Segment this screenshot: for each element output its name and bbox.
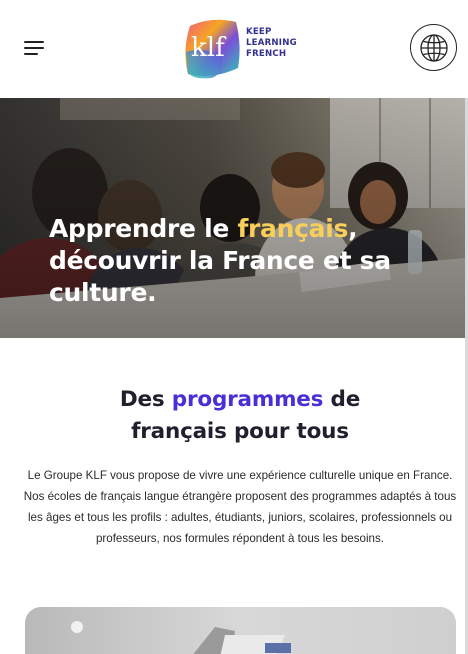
logo-wordmark: KEEP LEARNING FRENCH — [246, 27, 297, 60]
hero-title-text: Apprendre le — [49, 214, 238, 243]
globe-icon — [419, 33, 448, 62]
programs-description: Le Groupe KLF vous propose de vivre une … — [23, 469, 457, 545]
hero-banner: Apprendre le français, découvrir la Fran… — [0, 98, 465, 338]
hero-title-line2: découvrir la France et sa — [49, 246, 391, 275]
classroom-photo — [25, 607, 456, 654]
site-header: klf KEEP LEARNING FRENCH — [0, 0, 468, 98]
logo-line-keep: KEEP — [246, 27, 272, 37]
programs-title: Des programmes de français pour tous — [0, 384, 468, 448]
language-button[interactable] — [410, 24, 457, 71]
hero-title: Apprendre le français, découvrir la Fran… — [49, 213, 449, 309]
site-logo[interactable]: klf KEEP LEARNING FRENCH — [182, 16, 302, 80]
klf-logo-icon: klf — [185, 19, 240, 79]
program-card-image[interactable] — [25, 607, 456, 654]
logo-line-learning: LEARNING — [246, 38, 297, 48]
hero-title-line3: culture. — [49, 278, 157, 307]
hero-title-comma: , — [348, 214, 358, 243]
svg-text:klf: klf — [191, 33, 227, 63]
logo-line-french: FRENCH — [246, 49, 287, 59]
programs-title-text: Des — [119, 387, 172, 412]
programs-title-accent: programmes — [171, 387, 324, 412]
hamburger-menu-icon[interactable] — [24, 41, 44, 55]
hero-title-highlight: français — [237, 214, 349, 243]
programs-title-suffix: de — [323, 387, 361, 412]
programs-title-line2: français pour tous — [131, 419, 349, 444]
